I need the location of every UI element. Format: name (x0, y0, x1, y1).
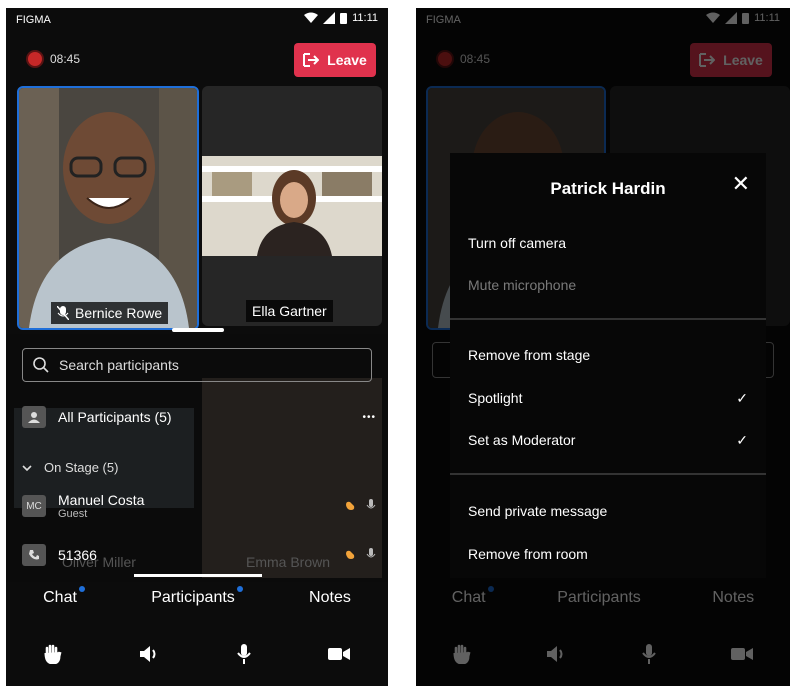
participant-options-screen: FIGMA 11:11 08:45 Leave Chat Participant… (416, 8, 790, 686)
notification-dot (78, 586, 85, 592)
more-options-icon[interactable]: ••• (362, 412, 376, 423)
recording-indicator: 08:45 (28, 52, 80, 66)
active-tab-indicator (134, 574, 262, 577)
send-private-message-item[interactable]: Send private message (468, 503, 607, 519)
menu-divider (450, 473, 766, 475)
participant-name: Manuel Costa (58, 492, 145, 508)
microphone-icon[interactable] (237, 644, 252, 664)
close-icon[interactable]: ✕ (732, 171, 750, 197)
mute-microphone-item: Mute microphone (468, 277, 577, 293)
wifi-icon (304, 12, 319, 23)
tab-participants[interactable]: Participants (151, 586, 243, 607)
menu-title: Patrick Hardin (550, 179, 666, 198)
exit-icon (303, 53, 320, 67)
speaker-icon[interactable] (139, 645, 161, 663)
phone-icon (22, 544, 46, 566)
video-tile-ella-gartner[interactable]: Ella Gartner (202, 86, 382, 326)
raised-hand-icon (346, 501, 355, 510)
participant-row[interactable]: MC Manuel Costa Guest (22, 492, 376, 520)
battery-icon (340, 13, 348, 24)
tile-name-label: Ella Gartner (246, 300, 333, 322)
participant-video (19, 88, 197, 328)
status-bar: FIGMA 11:11 (6, 8, 388, 34)
participant-options-menu: Patrick Hardin ✕ Turn off camera Mute mi… (450, 153, 766, 578)
menu-divider (450, 318, 766, 320)
sheet-drag-handle[interactable] (172, 328, 224, 332)
tile-name-label: Bernice Rowe (51, 302, 169, 324)
notification-dot (236, 586, 243, 592)
leave-label: Leave (327, 52, 367, 68)
microphone-icon (366, 548, 376, 558)
search-input[interactable]: Search participants (59, 357, 179, 373)
person-icon (22, 406, 46, 428)
all-participants-label: All Participants (5) (58, 409, 172, 425)
signal-icon (323, 12, 336, 24)
leave-button[interactable]: Leave (294, 43, 376, 77)
participant-video (202, 156, 382, 256)
search-icon (33, 357, 49, 373)
spotlight-item[interactable]: Spotlight (468, 390, 522, 406)
check-icon: ✓ (736, 432, 748, 448)
participants-screen: FIGMA 11:11 08:45 Leave Bernice Rowe Ell… (6, 8, 388, 686)
tab-notes[interactable]: Notes (309, 589, 351, 607)
carrier-label: FIGMA (16, 14, 51, 26)
clock: 11:11 (352, 12, 378, 24)
participants-panel: Oliver Miller Emma Brown Search particip… (6, 334, 388, 582)
call-duration: 08:45 (50, 52, 81, 66)
call-controls (6, 634, 388, 674)
chevron-down-icon (22, 464, 32, 471)
on-stage-label: On Stage (5) (44, 460, 119, 475)
raised-hand-icon (346, 550, 355, 559)
raise-hand-icon[interactable] (44, 644, 62, 664)
video-camera-icon[interactable] (327, 647, 350, 661)
participant-row[interactable]: 51366 (22, 544, 376, 566)
bottom-tabs: Chat Participants Notes (6, 578, 388, 618)
turn-off-camera-item[interactable]: Turn off camera (468, 235, 566, 251)
on-stage-group-header[interactable]: On Stage (5) (22, 460, 376, 475)
set-as-moderator-item[interactable]: Set as Moderator (468, 432, 575, 448)
microphone-icon (366, 499, 376, 509)
participant-name: 51366 (58, 547, 97, 563)
remove-from-stage-item[interactable]: Remove from stage (468, 347, 590, 363)
mic-muted-icon (57, 306, 69, 320)
video-tile-bernice-rowe[interactable]: Bernice Rowe (17, 86, 199, 330)
all-participants-row[interactable]: All Participants (5) ••• (22, 406, 376, 428)
search-participants-field[interactable]: Search participants (22, 348, 372, 382)
record-icon (28, 52, 42, 66)
check-icon: ✓ (736, 390, 748, 406)
tab-chat[interactable]: Chat (43, 586, 85, 607)
avatar: MC (22, 495, 46, 517)
remove-from-room-item[interactable]: Remove from room (468, 546, 588, 562)
participant-role: Guest (58, 508, 88, 520)
